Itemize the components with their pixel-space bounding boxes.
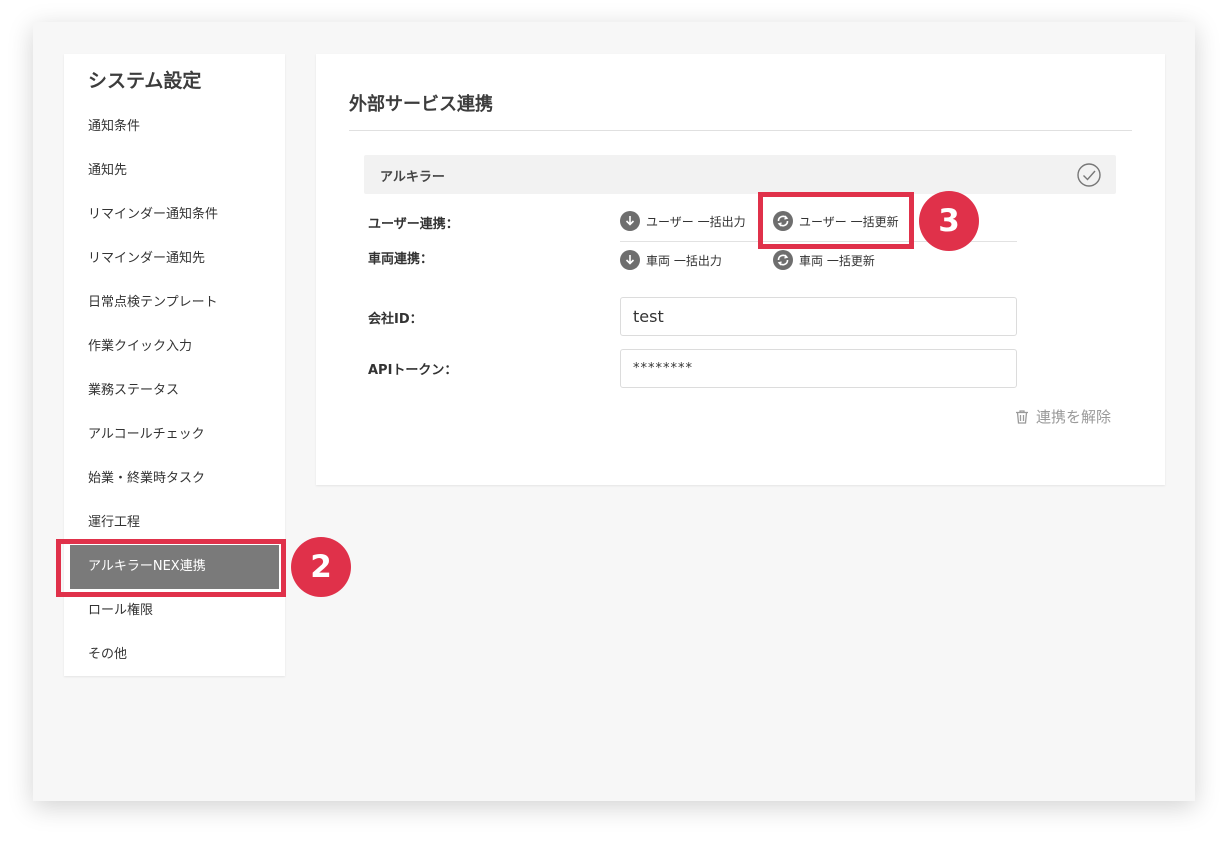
sidebar-item-reminder-conditions[interactable]: リマインダー通知条件	[64, 193, 285, 237]
sync-icon	[773, 250, 793, 270]
service-name: アルキラー	[380, 170, 445, 185]
check-circle-icon	[1077, 163, 1101, 187]
api-token-label: APIトークン：	[368, 363, 458, 378]
sidebar-item-alcohol-check[interactable]: アルコールチェック	[64, 413, 285, 457]
settings-sidebar: システム設定 通知条件 通知先 リマインダー通知条件 リマインダー通知先 日常点…	[64, 54, 285, 676]
vehicle-export-button[interactable]: 車両 一括出力	[620, 250, 722, 270]
user-update-label: ユーザー 一括更新	[799, 214, 899, 229]
user-link-label: ユーザー連携：	[368, 217, 459, 232]
settings-menu: 通知条件 通知先 リマインダー通知条件 リマインダー通知先 日常点検テンプレート…	[64, 105, 285, 677]
sidebar-title: システム設定	[88, 70, 202, 92]
api-token-input[interactable]	[620, 349, 1017, 388]
sidebar-item-role-permissions[interactable]: ロール権限	[64, 589, 285, 633]
sidebar-item-work-quick-input[interactable]: 作業クイック入力	[64, 325, 285, 369]
user-export-label: ユーザー 一括出力	[646, 214, 746, 229]
vehicle-update-button[interactable]: 車両 一括更新	[773, 250, 875, 270]
sidebar-item-reminder-recipients[interactable]: リマインダー通知先	[64, 237, 285, 281]
user-update-button[interactable]: ユーザー 一括更新	[773, 211, 899, 231]
external-service-panel: 外部サービス連携 アルキラー ユーザー連携： 車両連携： ユーザー 一括出力 ユ…	[316, 54, 1165, 485]
company-id-input[interactable]	[620, 297, 1017, 336]
vehicle-update-label: 車両 一括更新	[799, 253, 875, 268]
unlink-label: 連携を解除	[1036, 408, 1112, 426]
download-icon	[620, 211, 640, 231]
download-icon	[620, 250, 640, 270]
vehicle-link-label: 車両連携：	[368, 252, 434, 267]
sidebar-item-notification-conditions[interactable]: 通知条件	[64, 105, 285, 149]
step-badge-2: 2	[291, 537, 351, 597]
sidebar-item-notification-recipients[interactable]: 通知先	[64, 149, 285, 193]
sidebar-item-daily-inspection-template[interactable]: 日常点検テンプレート	[64, 281, 285, 325]
sync-icon	[773, 211, 793, 231]
vehicle-export-label: 車両 一括出力	[646, 253, 722, 268]
sidebar-item-alkiller-nex[interactable]: アルキラーNEX連携	[70, 545, 279, 589]
unlink-button[interactable]: 連携を解除	[1014, 406, 1111, 427]
step-badge-3: 3	[919, 191, 979, 251]
sidebar-item-operation-process[interactable]: 運行工程	[64, 501, 285, 545]
service-header: アルキラー	[364, 155, 1116, 194]
sidebar-item-shift-tasks[interactable]: 始業・終業時タスク	[64, 457, 285, 501]
user-export-button[interactable]: ユーザー 一括出力	[620, 211, 746, 231]
page-title: 外部サービス連携	[349, 94, 493, 115]
company-id-label: 会社ID：	[368, 312, 423, 327]
trash-icon	[1016, 409, 1028, 424]
title-divider	[349, 130, 1132, 131]
sidebar-item-other[interactable]: その他	[64, 633, 285, 677]
sidebar-item-work-status[interactable]: 業務ステータス	[64, 369, 285, 413]
